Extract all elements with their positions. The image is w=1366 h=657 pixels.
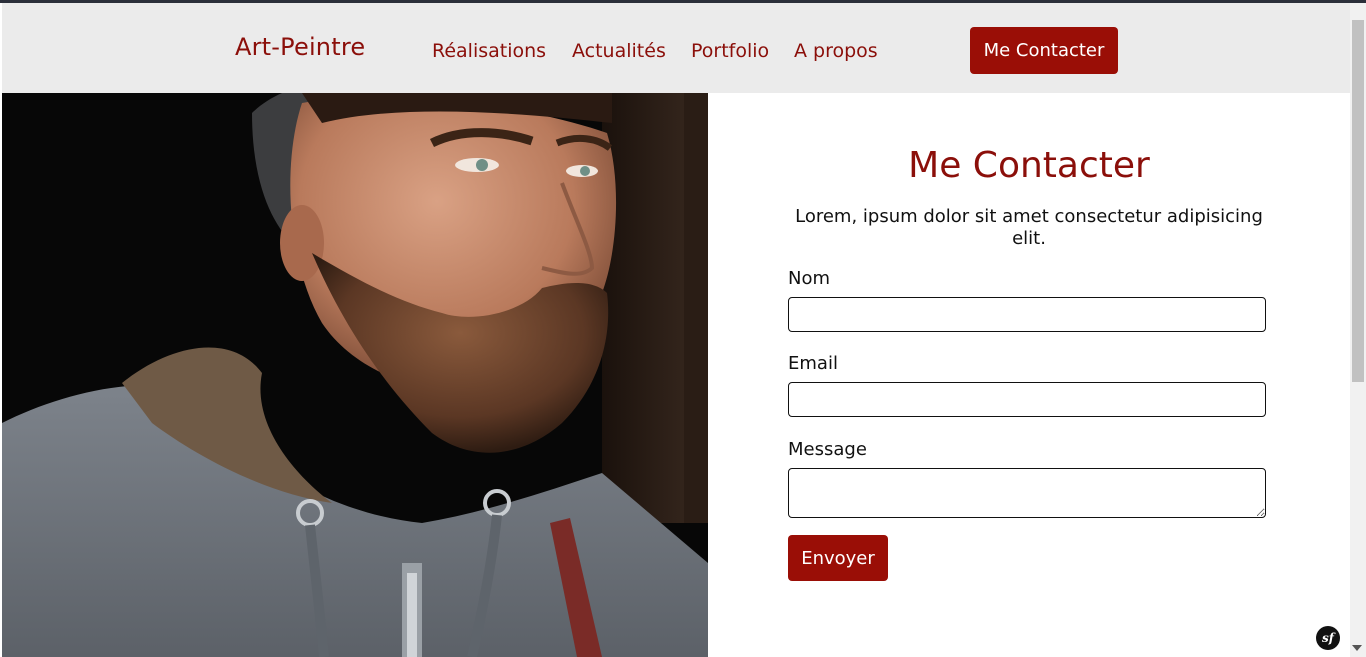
nav-link-a-propos[interactable]: A propos — [794, 40, 878, 62]
nav-link-realisations[interactable]: Réalisations — [432, 40, 546, 62]
submit-button[interactable]: Envoyer — [788, 535, 888, 581]
name-field[interactable] — [788, 297, 1266, 332]
portrait-photo — [2, 93, 708, 657]
contact-intro: Lorem, ipsum dolor sit amet consectetur … — [795, 206, 1263, 249]
nav-link-actualites[interactable]: Actualités — [572, 40, 666, 62]
email-field[interactable] — [788, 382, 1266, 417]
message-label: Message — [788, 439, 867, 460]
brand-logo[interactable]: Art-Peintre — [235, 33, 365, 61]
symfony-badge-text: sf — [1322, 631, 1334, 645]
contact-section: Me Contacter Lorem, ipsum dolor sit amet… — [708, 93, 1350, 657]
scrollbar-thumb[interactable] — [1352, 20, 1364, 382]
message-field[interactable] — [788, 468, 1266, 518]
contact-title: Me Contacter — [908, 145, 1150, 186]
portrait-illustration — [2, 93, 708, 657]
email-label: Email — [788, 353, 838, 374]
scroll-down-arrow-icon[interactable] — [1352, 645, 1362, 651]
navbar: Art-Peintre Réalisations Actualités Port… — [2, 3, 1350, 93]
name-label: Nom — [788, 268, 831, 289]
contact-cta-button[interactable]: Me Contacter — [970, 27, 1118, 74]
nav-link-portfolio[interactable]: Portfolio — [691, 40, 769, 62]
symfony-icon[interactable]: sf — [1316, 626, 1340, 650]
